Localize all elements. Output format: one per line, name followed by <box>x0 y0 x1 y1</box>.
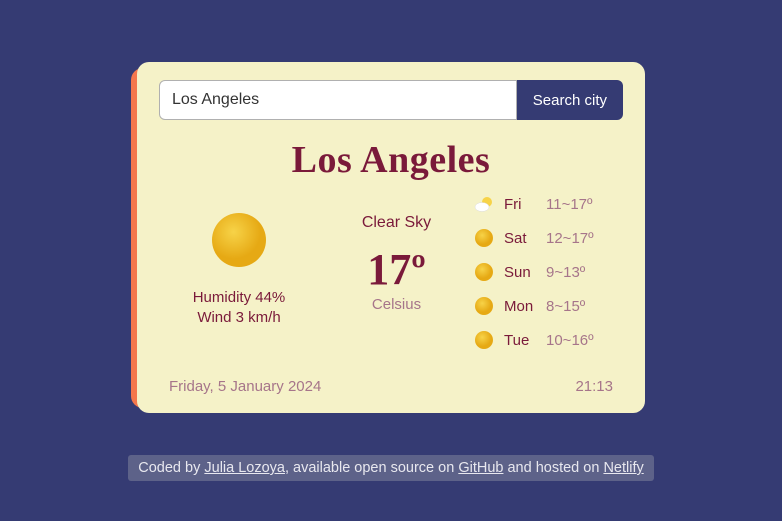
forecast-range: 10~16º <box>546 332 594 349</box>
footer-credits: Coded by Julia Lozoya, available open so… <box>128 455 653 481</box>
current-mid-col: Clear Sky 17º Celsius <box>319 194 474 313</box>
github-link[interactable]: GitHub <box>458 460 503 476</box>
forecast-range: 9~13º <box>546 264 585 281</box>
forecast-row: Sun 9~13º <box>474 262 623 282</box>
current-left-col: Humidity 44% Wind 3 km/h <box>159 194 319 327</box>
sun-icon <box>474 228 494 248</box>
time-text: 21:13 <box>575 378 613 395</box>
forecast-row: Mon 8~15º <box>474 296 623 316</box>
temperature-value: 17º <box>319 248 474 292</box>
sun-icon <box>474 296 494 316</box>
forecast-range: 11~17º <box>546 196 593 213</box>
temperature-unit: Celsius <box>319 296 474 313</box>
sun-icon <box>474 262 494 282</box>
condition-text: Clear Sky <box>319 214 474 232</box>
forecast-row: Fri 11~17º <box>474 194 623 214</box>
main-grid: Humidity 44% Wind 3 km/h Clear Sky 17º C… <box>159 194 623 364</box>
footer-mid1: , available open source on <box>285 460 458 476</box>
netlify-link[interactable]: Netlify <box>603 460 643 476</box>
forecast-range: 12~17º <box>546 230 594 247</box>
sun-icon <box>474 330 494 350</box>
forecast-day: Mon <box>504 298 536 315</box>
forecast-day: Tue <box>504 332 536 349</box>
forecast-day: Fri <box>504 196 536 213</box>
forecast-day: Sun <box>504 264 536 281</box>
date-text: Friday, 5 January 2024 <box>169 378 321 395</box>
datetime-row: Friday, 5 January 2024 21:13 <box>159 378 623 395</box>
partly-cloudy-icon <box>474 194 494 214</box>
weather-card-container: Search city Los Angeles Humidity 44% Win… <box>137 62 645 413</box>
city-name: Los Angeles <box>159 138 623 182</box>
sun-icon <box>211 212 267 268</box>
search-city-button[interactable]: Search city <box>517 80 623 120</box>
forecast-column: Fri 11~17º Sat 12~17º Sun 9~13º Mon 8~15º Tue 10~… <box>474 194 623 364</box>
forecast-day: Sat <box>504 230 536 247</box>
footer-mid2: and hosted on <box>503 460 603 476</box>
weather-card: Search city Los Angeles Humidity 44% Win… <box>137 62 645 413</box>
forecast-row: Tue 10~16º <box>474 330 623 350</box>
forecast-row: Sat 12~17º <box>474 228 623 248</box>
footer-prefix: Coded by <box>138 460 204 476</box>
city-search-input[interactable] <box>159 80 517 120</box>
author-link[interactable]: Julia Lozoya <box>204 460 285 476</box>
search-row: Search city <box>159 80 623 120</box>
wind-text: Wind 3 km/h <box>159 308 319 328</box>
forecast-range: 8~15º <box>546 298 585 315</box>
humidity-text: Humidity 44% <box>159 288 319 308</box>
